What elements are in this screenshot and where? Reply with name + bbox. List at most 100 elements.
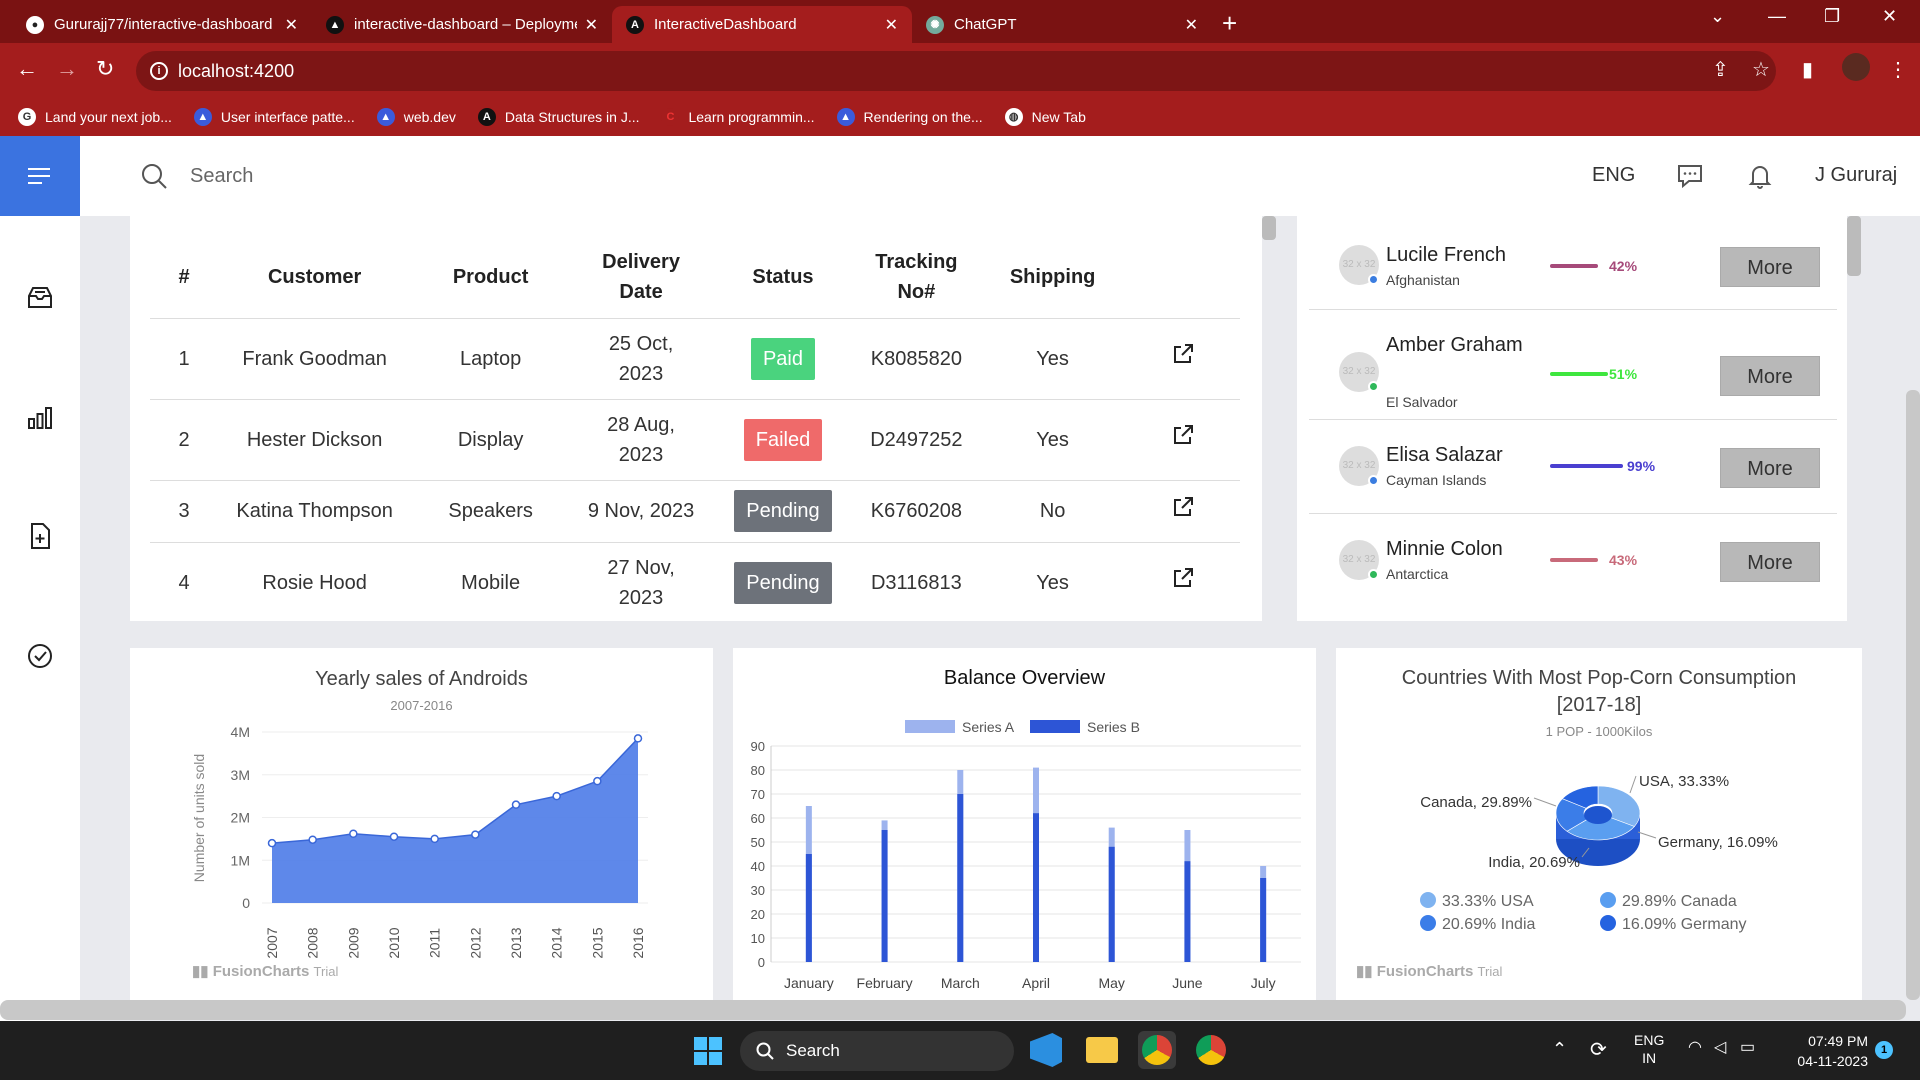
- y-tick-label: 1M: [231, 852, 250, 868]
- more-button[interactable]: More: [1720, 247, 1820, 287]
- close-tab-icon[interactable]: ✕: [1185, 15, 1198, 35]
- orders-table: # Customer Product Delivery Date Status …: [150, 236, 1240, 621]
- forward-icon[interactable]: →: [56, 56, 78, 82]
- browser-tab[interactable]: ● Gururajj77/interactive-dashboard ✕: [12, 6, 312, 43]
- add-document-icon[interactable]: [26, 522, 54, 550]
- search-input[interactable]: [190, 160, 590, 192]
- chevron-up-icon[interactable]: ⌃: [1552, 1039, 1567, 1060]
- chat-icon[interactable]: [1676, 162, 1704, 190]
- site-info-icon[interactable]: i: [150, 62, 168, 80]
- delivery-date: 25 Oct, 2023: [570, 318, 713, 400]
- bar-chart-icon[interactable]: [26, 404, 54, 432]
- language-indicator[interactable]: ENG IN: [1634, 1031, 1664, 1067]
- github-icon: ●: [26, 15, 44, 34]
- bookmark-item[interactable]: G Land your next job...: [18, 108, 172, 126]
- reload-icon[interactable]: ↻: [96, 56, 114, 82]
- bell-icon[interactable]: [1746, 162, 1774, 190]
- bookmark-item[interactable]: ▲ web.dev: [376, 108, 456, 126]
- back-icon[interactable]: ←: [16, 56, 38, 82]
- new-tab-button[interactable]: +: [1222, 8, 1237, 39]
- action-cell: [1126, 542, 1240, 621]
- x-tick-label: 2007: [264, 927, 280, 958]
- status-cell: Paid: [712, 318, 854, 400]
- bookmark-item[interactable]: ◍ New Tab: [1004, 108, 1086, 126]
- x-tick-label: 2009: [345, 927, 361, 958]
- side-panel-icon[interactable]: ▮: [1802, 57, 1813, 82]
- wifi-icon[interactable]: ◠: [1688, 1037, 1702, 1057]
- notification-badge[interactable]: 1: [1875, 1041, 1893, 1059]
- more-button[interactable]: More: [1720, 542, 1820, 582]
- codecademy-icon: C: [661, 108, 680, 126]
- file-explorer-icon[interactable]: [1086, 1037, 1118, 1063]
- sync-icon[interactable]: ⟳: [1590, 1037, 1607, 1062]
- column-header: #: [150, 236, 219, 319]
- external-link-icon[interactable]: [1172, 343, 1194, 365]
- bookmark-item[interactable]: A Data Structures in J...: [477, 108, 639, 126]
- url-field[interactable]: i localhost:4200: [136, 51, 1776, 91]
- status-dot: [1368, 381, 1379, 392]
- close-tab-icon[interactable]: ✕: [585, 15, 598, 35]
- menu-button[interactable]: [0, 136, 80, 216]
- data-point: [593, 776, 602, 786]
- progress-bar: [1550, 264, 1598, 268]
- product-name: Mobile: [411, 542, 571, 621]
- browser-menu-icon[interactable]: ⋮: [1888, 57, 1908, 82]
- vscode-icon[interactable]: [1030, 1033, 1062, 1067]
- android-sales-chart-card: Yearly sales of Androids 2007-2016 0 1M 2M…: [130, 648, 713, 1000]
- language-selector[interactable]: ENG: [1592, 164, 1635, 187]
- chrome-profile-icon[interactable]: [1196, 1035, 1226, 1065]
- action-cell: [1126, 318, 1240, 400]
- user-name[interactable]: J Gururaj: [1815, 164, 1897, 187]
- more-button[interactable]: More: [1720, 448, 1820, 488]
- clock[interactable]: 07:49 PM 04-11-2023: [1780, 1031, 1868, 1071]
- shipping-value: Yes: [978, 399, 1127, 481]
- close-tab-icon[interactable]: ✕: [285, 15, 298, 35]
- minimize-icon[interactable]: —: [1768, 6, 1786, 27]
- fusioncharts-credit[interactable]: ▮▮ FusionCharts Trial: [192, 962, 338, 980]
- browser-tab[interactable]: ✺ ChatGPT ✕: [912, 6, 1212, 43]
- person-country: Afghanistan: [1386, 272, 1460, 288]
- close-tab-icon[interactable]: ✕: [885, 15, 898, 35]
- x-tick-label: January: [784, 975, 834, 991]
- column-header: Product: [411, 236, 571, 319]
- browser-tab-active[interactable]: A InteractiveDashboard ✕: [612, 6, 912, 43]
- check-circle-icon[interactable]: [26, 642, 54, 670]
- y-tick-label: 50: [751, 835, 765, 850]
- taskbar-search[interactable]: Search: [740, 1031, 1014, 1071]
- x-tick-label: 2011: [427, 928, 443, 958]
- delivery-date: 28 Aug, 2023: [570, 399, 713, 481]
- list-item: 32 x 32 Elisa Salazar Cayman Islands 99%…: [1309, 420, 1837, 514]
- external-link-icon[interactable]: [1172, 567, 1194, 589]
- list-item: 32 x 32 Lucile French Afghanistan 42% Mo…: [1309, 216, 1837, 310]
- table-scrollbar[interactable]: [1262, 216, 1276, 240]
- tab-search-icon[interactable]: ⌄: [1710, 6, 1725, 27]
- bookmarks-bar: G Land your next job... ▲ User interface p…: [0, 98, 1920, 136]
- close-window-icon[interactable]: ✕: [1882, 6, 1897, 27]
- share-icon[interactable]: ⇪: [1712, 57, 1729, 82]
- page-horizontal-scrollbar[interactable]: [0, 1000, 1906, 1020]
- chrome-icon[interactable]: [1142, 1035, 1172, 1065]
- callout-line: [1533, 797, 1557, 807]
- inbox-icon[interactable]: [26, 284, 54, 312]
- external-link-icon[interactable]: [1172, 496, 1194, 518]
- profile-avatar[interactable]: [1842, 53, 1870, 81]
- bookmark-item[interactable]: C Learn programmin...: [661, 108, 815, 126]
- bookmark-item[interactable]: ▲ Rendering on the...: [836, 108, 983, 126]
- x-tick-label: February: [857, 975, 913, 991]
- fusioncharts-credit[interactable]: ▮▮ FusionCharts Trial: [1356, 962, 1502, 980]
- x-tick-label: 2014: [549, 927, 565, 958]
- volume-icon[interactable]: ◁: [1714, 1037, 1726, 1057]
- battery-icon[interactable]: ▭: [1740, 1037, 1755, 1057]
- bar-chart: 0 10 20 30 40 50 60 70 80 90 January February March A…: [751, 719, 1301, 991]
- restore-icon[interactable]: ❐: [1824, 6, 1840, 27]
- page-vertical-scrollbar[interactable]: [1906, 390, 1920, 1000]
- bookmark-star-icon[interactable]: ☆: [1752, 57, 1770, 82]
- more-button[interactable]: More: [1720, 356, 1820, 396]
- bookmark-item[interactable]: ▲ User interface patte...: [193, 108, 355, 126]
- chatgpt-icon: ✺: [926, 15, 944, 34]
- windows-start-icon[interactable]: [693, 1036, 723, 1066]
- external-link-icon[interactable]: [1172, 424, 1194, 446]
- list-scrollbar[interactable]: [1847, 216, 1861, 276]
- browser-tab[interactable]: ▲ interactive-dashboard – Deployme ✕: [312, 6, 612, 43]
- bookmark-label: Learn programmin...: [688, 109, 815, 125]
